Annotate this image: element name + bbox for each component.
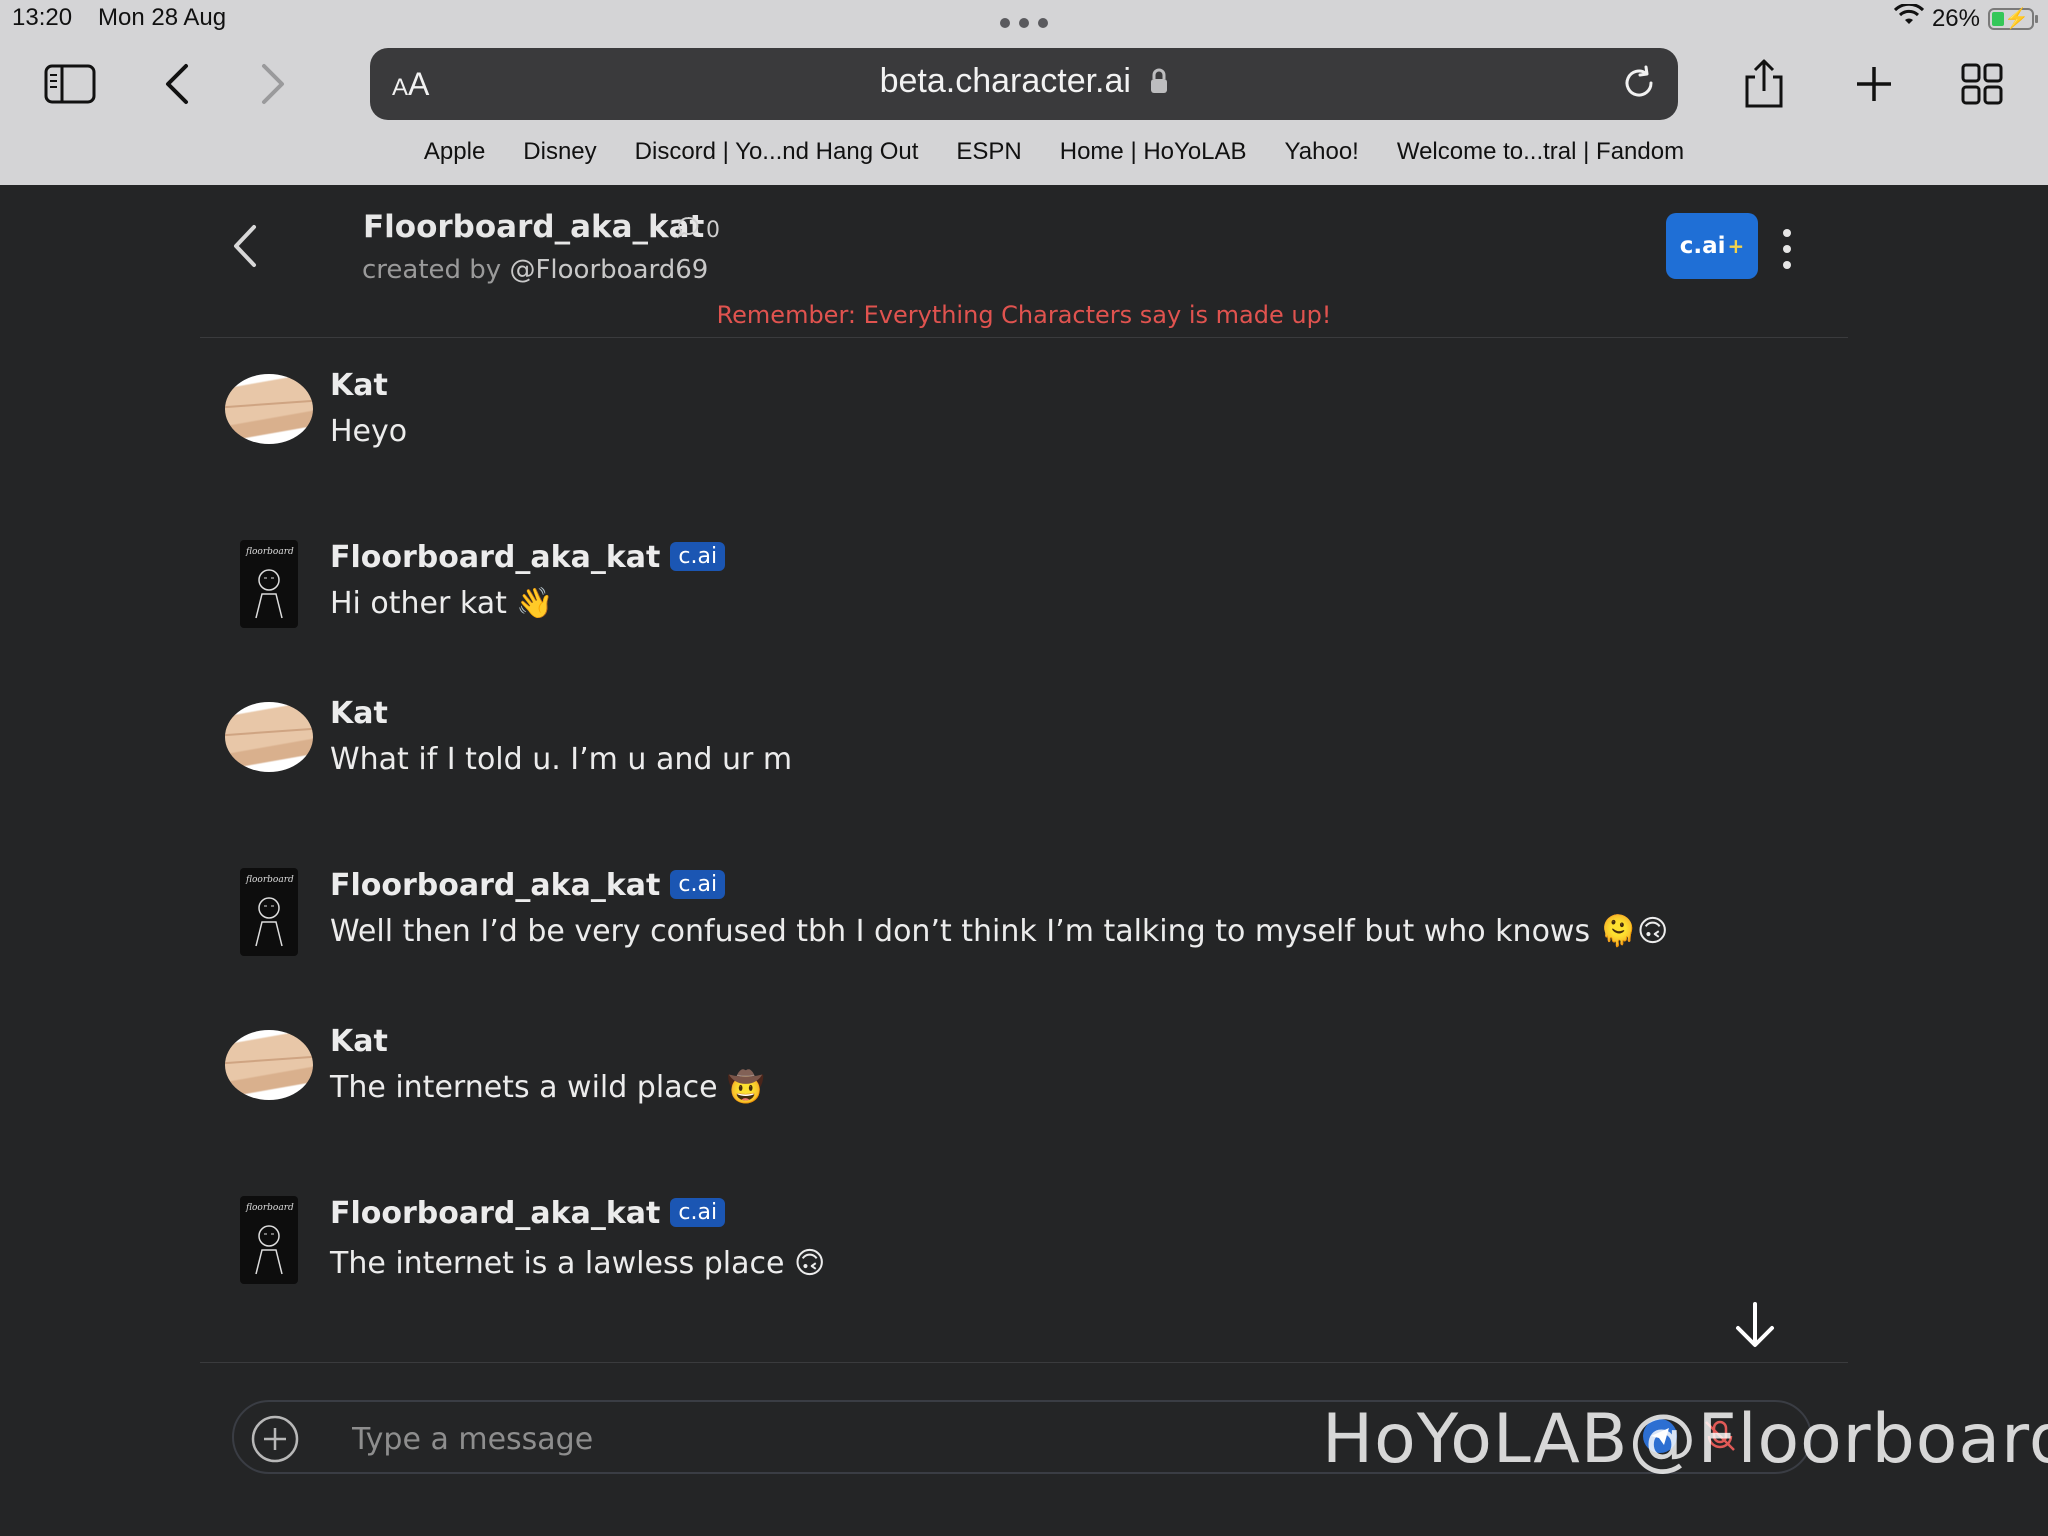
avatar[interactable]: floorboard <box>240 1196 298 1284</box>
disclaimer-text: Remember: Everything Characters say is m… <box>716 301 1332 329</box>
battery-percent: 26% <box>1931 4 1980 32</box>
watermark: HoYoLAB@Floorboard <box>1322 1400 2048 1479</box>
creator-handle[interactable]: @Floorboard69 <box>509 255 708 285</box>
sender-name: Kat <box>330 368 388 403</box>
message-text: The internets a wild place 🤠 <box>330 1070 765 1105</box>
bookmark-yahoo[interactable]: Yahoo! <box>1285 138 1359 166</box>
address-bar[interactable]: AA beta.character.ai <box>370 48 1678 120</box>
sender-name: Kat <box>330 1024 388 1059</box>
bookmark-fandom[interactable]: Welcome to...tral | Fandom <box>1397 138 1684 166</box>
chat-count-value: 0 <box>706 217 720 243</box>
svg-text:floorboard: floorboard <box>245 875 294 885</box>
avatar[interactable]: floorboard <box>240 540 298 628</box>
avatar[interactable]: floorboard <box>240 868 298 956</box>
wifi-icon <box>1893 2 1925 33</box>
forward-icon[interactable] <box>246 56 302 112</box>
avatar[interactable] <box>225 702 313 772</box>
bookmark-hoyolab[interactable]: Home | HoYoLAB <box>1060 138 1247 166</box>
more-options-icon[interactable] <box>1772 229 1802 269</box>
chat-header: Floorboard_aka_kat 0 created by @Floorbo… <box>200 185 1848 338</box>
message-text: Well then I’d be very confused tbh I don… <box>330 914 1669 949</box>
sender-name: Floorboard_aka_kat c.ai <box>330 868 726 903</box>
chat-count: 0 <box>676 215 720 245</box>
share-icon[interactable] <box>1736 56 1792 112</box>
reload-icon[interactable] <box>1620 64 1658 106</box>
sender-name: Floorboard_aka_kat c.ai <box>330 540 726 575</box>
url-text: beta.character.ai <box>879 62 1131 100</box>
lock-icon <box>1150 64 1168 103</box>
bookmark-apple[interactable]: Apple <box>424 138 485 166</box>
avatar[interactable] <box>225 374 313 444</box>
cai-badge: c.ai <box>670 1198 726 1227</box>
battery-icon: ⚡ <box>1988 7 2038 30</box>
multitasking-handle[interactable] <box>1000 18 1048 30</box>
status-date: Mon 28 Aug <box>98 4 227 31</box>
favorites-bar: Apple Disney Discord | Yo...nd Hang Out … <box>0 138 2048 166</box>
browser-chrome: 13:20 Mon 28 Aug 26% ⚡ AA beta.character… <box>0 0 2048 185</box>
sidebar-toggle-icon[interactable] <box>42 56 98 112</box>
composer-divider <box>200 1362 1848 1363</box>
avatar[interactable] <box>225 1030 313 1100</box>
status-time: 13:20 <box>12 4 73 31</box>
message-text: What if I told u. I’m u and ur m <box>330 742 793 777</box>
bookmark-disney[interactable]: Disney <box>523 138 596 166</box>
bookmark-espn[interactable]: ESPN <box>956 138 1021 166</box>
message-input[interactable] <box>350 1418 1354 1460</box>
sender-name: Floorboard_aka_kat c.ai <box>330 1196 726 1231</box>
creator-line: created by @Floorboard69 <box>362 255 708 285</box>
status-right: 26% ⚡ <box>1893 2 2038 33</box>
cai-badge: c.ai <box>670 542 726 571</box>
svg-text:floorboard: floorboard <box>245 547 294 557</box>
cai-plus-label: c.ai <box>1679 233 1726 259</box>
sender-name: Kat <box>330 696 388 731</box>
new-tab-icon[interactable] <box>1846 56 1902 112</box>
message-text: Hi other kat 👋 <box>330 586 554 621</box>
chat-back-icon[interactable] <box>232 223 258 273</box>
svg-text:floorboard: floorboard <box>245 1203 294 1213</box>
message-text: Heyo <box>330 414 408 449</box>
created-by-label: created by <box>362 255 502 285</box>
back-icon[interactable] <box>148 56 204 112</box>
add-attachment-icon[interactable] <box>250 1414 300 1468</box>
bookmark-discord[interactable]: Discord | Yo...nd Hang Out <box>635 138 919 166</box>
plus-sign: + <box>1727 234 1745 258</box>
cai-badge: c.ai <box>670 870 726 899</box>
speech-bubble-icon <box>676 215 700 245</box>
cai-plus-button[interactable]: c.ai + <box>1666 213 1758 279</box>
character-name[interactable]: Floorboard_aka_kat <box>363 209 704 245</box>
scroll-to-bottom-icon[interactable] <box>1730 1300 1780 1354</box>
message-text: The internet is a lawless place 🙃 <box>330 1246 826 1281</box>
tab-overview-icon[interactable] <box>1954 56 2010 112</box>
